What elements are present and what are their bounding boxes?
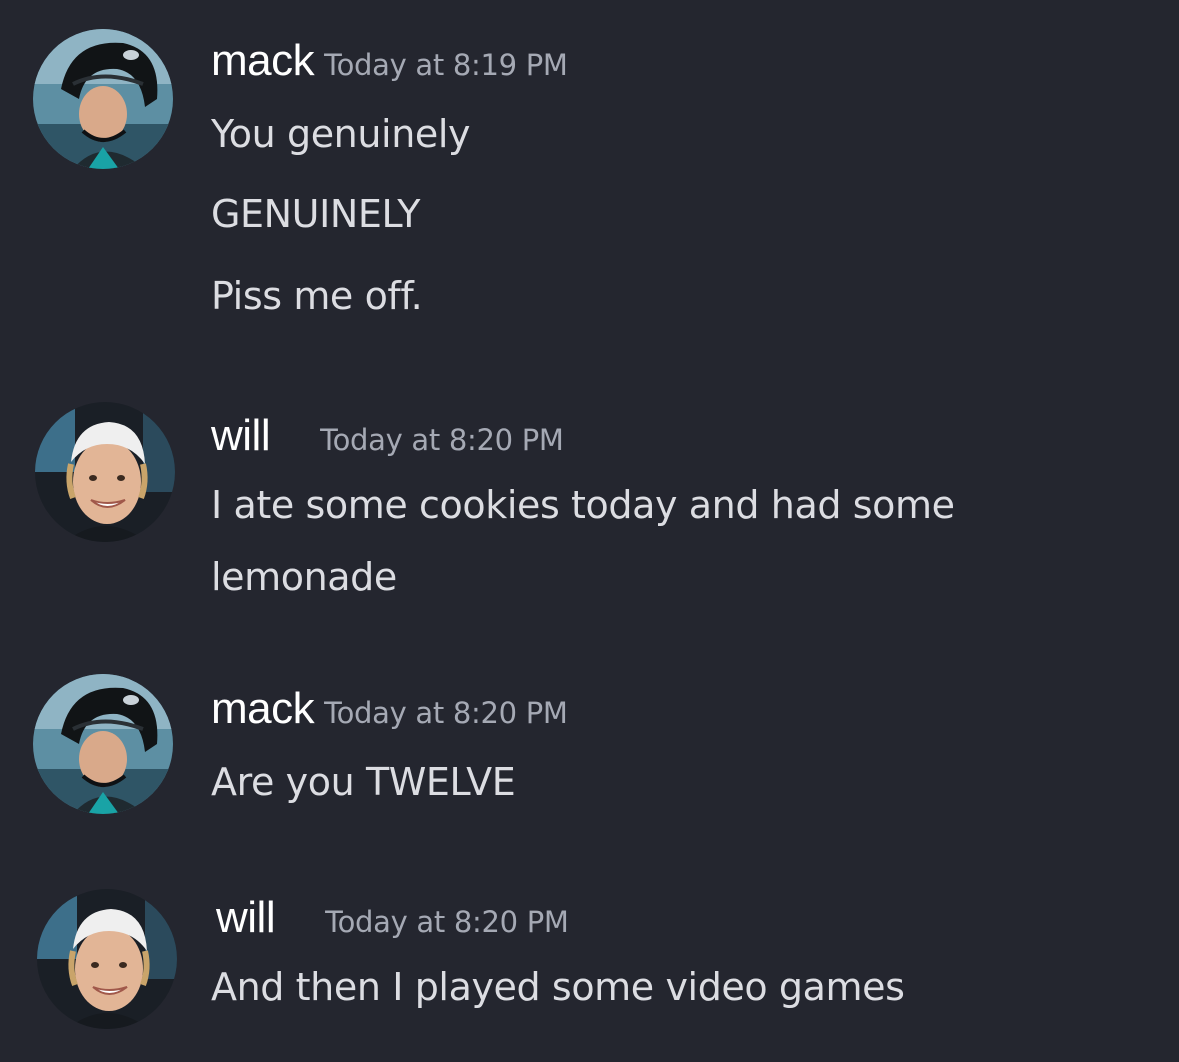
mack-avatar[interactable] bbox=[33, 29, 173, 169]
timestamp: Today at 8:20 PM bbox=[320, 423, 564, 457]
chat-log: mack Today at 8:19 PM You genuinely GENU… bbox=[0, 0, 1179, 1062]
timestamp: Today at 8:20 PM bbox=[325, 905, 569, 939]
message-text: And then I played some video games bbox=[211, 965, 905, 1009]
will-avatar[interactable] bbox=[37, 889, 177, 1029]
timestamp: Today at 8:20 PM bbox=[324, 696, 568, 730]
message-text: You genuinely bbox=[211, 112, 471, 156]
message-text: lemonade bbox=[211, 555, 397, 599]
message-text: GENUINELY bbox=[211, 192, 421, 236]
username[interactable]: mack bbox=[211, 36, 315, 86]
username[interactable]: will bbox=[211, 411, 271, 461]
username[interactable]: mack bbox=[211, 684, 315, 734]
will-avatar[interactable] bbox=[35, 402, 175, 542]
message-text: I ate some cookies today and had some bbox=[211, 483, 955, 527]
username[interactable]: will bbox=[216, 893, 276, 943]
message-text: Are you TWELVE bbox=[211, 760, 516, 804]
mack-avatar[interactable] bbox=[33, 674, 173, 814]
timestamp: Today at 8:19 PM bbox=[324, 48, 568, 82]
message-text: Piss me off. bbox=[211, 274, 423, 318]
